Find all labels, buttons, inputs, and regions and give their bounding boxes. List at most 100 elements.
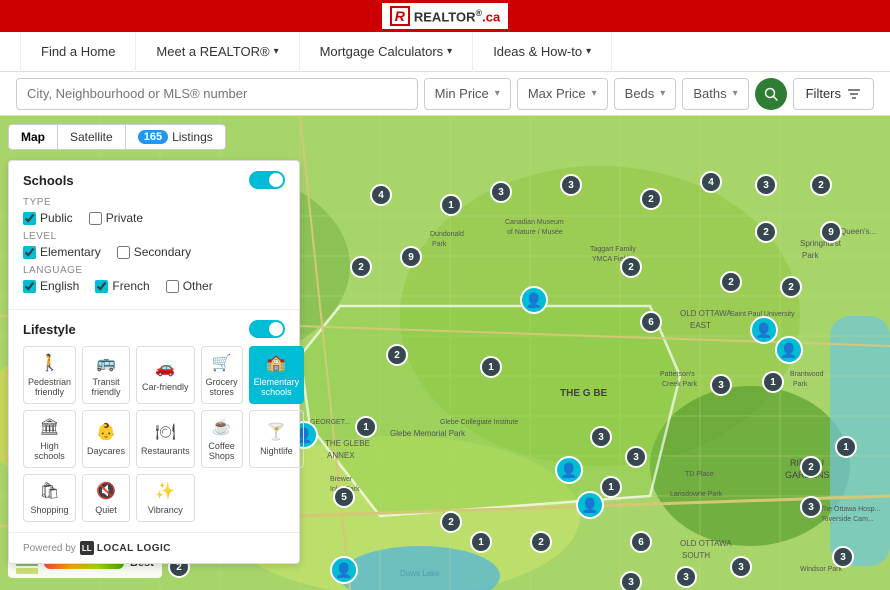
map-container[interactable]: CHINATOWN Glebe Memorial Park THE G BE O… — [0, 116, 890, 590]
lifestyle-item-daycares[interactable]: 👶Daycares — [82, 410, 130, 468]
public-checkbox[interactable]: Public — [23, 211, 73, 225]
nav-meet-realtor[interactable]: Meet a REALTOR®▾ — [136, 32, 299, 72]
map-pin[interactable]: 9 — [820, 221, 842, 243]
search-input[interactable] — [16, 78, 418, 110]
logo-name: REALTOR®.ca — [414, 8, 500, 24]
french-checkbox-input[interactable] — [95, 280, 108, 293]
french-checkbox[interactable]: French — [95, 279, 149, 293]
map-pin[interactable]: 2 — [810, 174, 832, 196]
other-checkbox-input[interactable] — [166, 280, 179, 293]
language-checkboxes: English French Other — [23, 279, 285, 293]
map-pin[interactable]: 2 — [350, 256, 372, 278]
svg-text:Brewer: Brewer — [330, 476, 353, 483]
public-checkbox-input[interactable] — [23, 212, 36, 225]
map-pin[interactable]: 3 — [755, 174, 777, 196]
map-pin[interactable]: 2 — [800, 456, 822, 478]
search-icon — [764, 87, 778, 101]
filters-button[interactable]: Filters — [793, 78, 874, 110]
nav-find-home[interactable]: Find a Home — [20, 32, 136, 72]
map-pin[interactable]: 1 — [762, 371, 784, 393]
lifestyle-item-shopping[interactable]: 🛍Shopping — [23, 474, 76, 522]
lifestyle-item-high-schools[interactable]: 🏛High schools — [23, 410, 76, 468]
map-pin[interactable]: 5 — [333, 486, 355, 508]
max-price-dropdown[interactable]: Max Price▾ — [517, 78, 608, 110]
map-pin[interactable]: 2 — [386, 344, 408, 366]
english-checkbox-input[interactable] — [23, 280, 36, 293]
map-pin[interactable]: 2 — [440, 511, 462, 533]
map-pin[interactable]: 2 — [780, 276, 802, 298]
svg-text:The Ottawa Hosp...: The Ottawa Hosp... — [820, 506, 880, 513]
map-pin[interactable]: 3 — [800, 496, 822, 518]
schools-title: Schools — [23, 171, 285, 189]
type-checkboxes: Public Private — [23, 211, 285, 225]
lifestyle-item-vibrancy[interactable]: ✨Vibrancy — [136, 474, 195, 522]
lifestyle-item-elementary-schools[interactable]: 🏫Elementary schools — [249, 346, 305, 404]
lifestyle-item-coffee-shops[interactable]: ☕Coffee Shops — [201, 410, 243, 468]
elementary-checkbox-input[interactable] — [23, 246, 36, 259]
map-pin[interactable]: 2 — [720, 271, 742, 293]
map-pin-person[interactable]: 👤 — [750, 316, 778, 344]
tab-listings[interactable]: 165 Listings — [125, 124, 226, 150]
lifestyle-item-transit-friendly[interactable]: 🚌Transit friendly — [82, 346, 130, 404]
svg-text:Park: Park — [432, 241, 447, 248]
lifestyle-toggle[interactable] — [249, 320, 285, 338]
other-checkbox[interactable]: Other — [166, 279, 213, 293]
map-pin[interactable]: 6 — [640, 311, 662, 333]
lifestyle-item-nightlife[interactable]: 🍸Nightlife — [249, 410, 305, 468]
svg-text:Canadian Museum: Canadian Museum — [505, 219, 564, 226]
map-pin[interactable]: 1 — [355, 416, 377, 438]
svg-text:OLD OTTAWA: OLD OTTAWA — [680, 309, 732, 318]
map-pin[interactable]: 1 — [480, 356, 502, 378]
lifestyle-item-quiet[interactable]: 🔇Quiet — [82, 474, 130, 522]
nav-ideas[interactable]: Ideas & How-to▾ — [473, 32, 612, 72]
beds-dropdown[interactable]: Beds▾ — [614, 78, 677, 110]
lifestyle-item-grocery-stores[interactable]: 🛒Grocery stores — [201, 346, 243, 404]
map-pin[interactable]: 3 — [675, 566, 697, 588]
private-checkbox[interactable]: Private — [89, 211, 143, 225]
english-checkbox[interactable]: English — [23, 279, 79, 293]
secondary-checkbox[interactable]: Secondary — [117, 245, 191, 259]
level-checkboxes: Elementary Secondary — [23, 245, 285, 259]
map-pin[interactable]: 2 — [755, 221, 777, 243]
tab-satellite[interactable]: Satellite — [58, 124, 125, 150]
map-pin[interactable]: 4 — [370, 184, 392, 206]
lifestyle-item-pedestrian-friendly[interactable]: 🚶Pedestrian friendly — [23, 346, 76, 404]
map-pin[interactable]: 1 — [440, 194, 462, 216]
map-pin-person[interactable]: 👤 — [775, 336, 803, 364]
map-pin-person[interactable]: 👤 — [330, 556, 358, 584]
lifestyle-section: Lifestyle 🚶Pedestrian friendly🚌Transit f… — [9, 310, 299, 533]
map-pin-person[interactable]: 👤 — [555, 456, 583, 484]
min-price-dropdown[interactable]: Min Price▾ — [424, 78, 511, 110]
schools-section: Schools TYPE Public Private LEVEL — [9, 161, 299, 310]
baths-dropdown[interactable]: Baths▾ — [682, 78, 748, 110]
map-pin[interactable]: 2 — [620, 256, 642, 278]
map-pin[interactable]: 3 — [710, 374, 732, 396]
map-pin[interactable]: 2 — [640, 188, 662, 210]
elementary-checkbox[interactable]: Elementary — [23, 245, 101, 259]
map-pin[interactable]: 2 — [530, 531, 552, 553]
map-pin[interactable]: 3 — [730, 556, 752, 578]
map-pin[interactable]: 3 — [590, 426, 612, 448]
search-button[interactable] — [755, 78, 787, 110]
filter-icon — [847, 87, 861, 101]
map-pin[interactable]: 3 — [832, 546, 854, 568]
tab-map[interactable]: Map — [8, 124, 58, 150]
map-pin-person[interactable]: 👤 — [520, 286, 548, 314]
map-pin[interactable]: 3 — [620, 571, 642, 590]
map-pin[interactable]: 6 — [630, 531, 652, 553]
logo[interactable]: R REALTOR®.ca — [382, 3, 508, 29]
lifestyle-item-restaurants[interactable]: 🍽Restaurants — [136, 410, 195, 468]
nav-mortgage[interactable]: Mortgage Calculators▾ — [300, 32, 474, 72]
map-pin[interactable]: 9 — [400, 246, 422, 268]
map-pin[interactable]: 3 — [490, 181, 512, 203]
map-pin[interactable]: 4 — [700, 171, 722, 193]
map-pin[interactable]: 3 — [625, 446, 647, 468]
map-pin[interactable]: 1 — [835, 436, 857, 458]
private-checkbox-input[interactable] — [89, 212, 102, 225]
map-pin[interactable]: 1 — [470, 531, 492, 553]
secondary-checkbox-input[interactable] — [117, 246, 130, 259]
schools-toggle[interactable] — [249, 171, 285, 189]
map-pin[interactable]: 1 — [600, 476, 622, 498]
lifestyle-item-car-friendly[interactable]: 🚗Car-friendly — [136, 346, 195, 404]
map-pin[interactable]: 3 — [560, 174, 582, 196]
